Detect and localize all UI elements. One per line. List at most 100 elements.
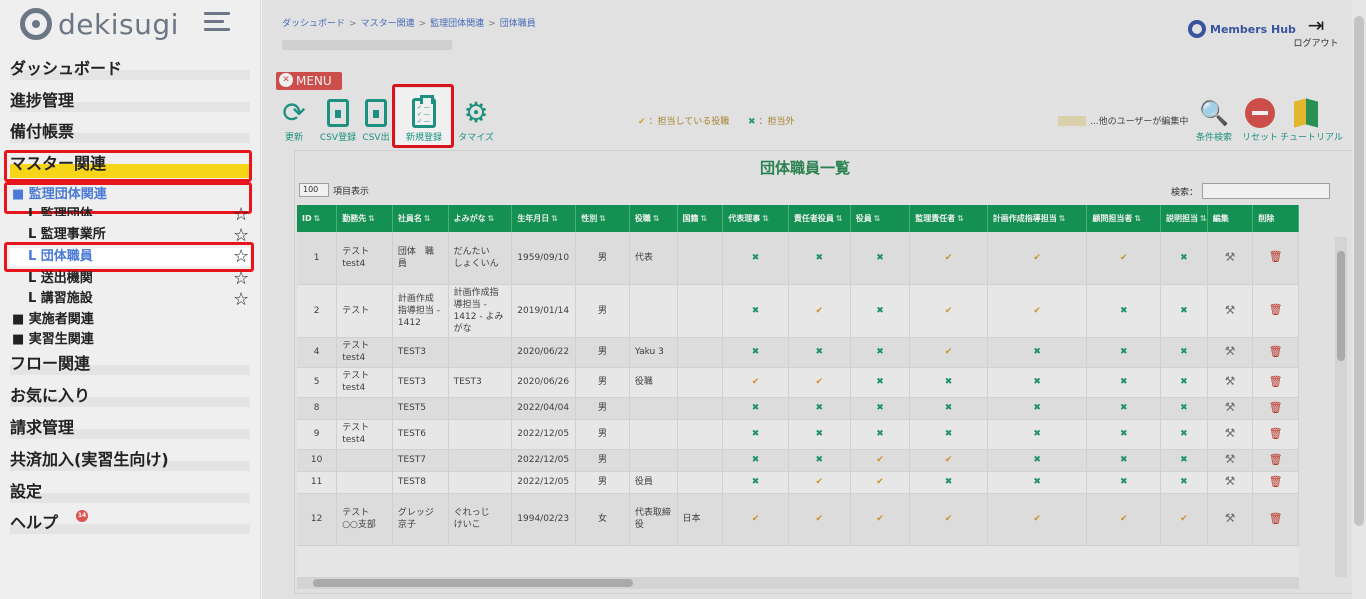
- cell-edit[interactable]: ⚒: [1207, 367, 1254, 398]
- table-row[interactable]: 4 テスト test4 TEST3 2020/06/22 男 Yaku 3 ✖ ✖ ✖ ✔ ✖ ✖ ✖ ⚒…: [297, 337, 1299, 368]
- nav-jisshisha[interactable]: ■ 実施者関連: [12, 311, 94, 329]
- trash-icon[interactable]: 🗑: [1269, 453, 1283, 466]
- nav-dashboard[interactable]: ダッシュボード: [10, 58, 250, 80]
- customize-button[interactable]: ⚙ タマイズ: [454, 96, 498, 143]
- trash-icon[interactable]: 🗑: [1269, 401, 1283, 414]
- column-header[interactable]: 国籍 ⇅: [677, 205, 724, 232]
- column-header[interactable]: 勤務先 ⇅: [336, 205, 393, 232]
- trash-icon[interactable]: 🗑: [1269, 250, 1283, 263]
- cell-edit[interactable]: ⚒: [1207, 232, 1254, 285]
- nav-progress[interactable]: 進捗管理: [10, 90, 250, 112]
- cell-edit[interactable]: ⚒: [1207, 493, 1254, 546]
- trash-icon[interactable]: 🗑: [1269, 375, 1283, 388]
- wrench-icon[interactable]: ⚒: [1225, 474, 1236, 488]
- column-header[interactable]: 説明担当 ⇅: [1160, 205, 1208, 232]
- nav-favorites[interactable]: お気に入り: [10, 385, 250, 407]
- column-header[interactable]: 役員 ⇅: [850, 205, 911, 232]
- column-header[interactable]: 顧問担当者 ⇅: [1086, 205, 1162, 232]
- table-vertical-scrollbar[interactable]: [1335, 237, 1347, 577]
- table-row[interactable]: 1 テスト test4 団体 職員 だんたい しょくいん 1959/09/10 男代表 ✖ ✖…: [297, 232, 1299, 285]
- column-header[interactable]: 役職 ⇅: [629, 205, 678, 232]
- nav-settings[interactable]: 設定: [10, 481, 250, 503]
- breadcrumb-item[interactable]: マスター関連: [361, 19, 415, 29]
- trash-icon[interactable]: 🗑: [1269, 427, 1283, 440]
- trash-icon[interactable]: 🗑: [1269, 345, 1283, 358]
- cell-delete[interactable]: 🗑: [1252, 493, 1299, 546]
- page-length-select[interactable]: 100: [299, 183, 329, 197]
- scroll-thumb[interactable]: [1354, 16, 1364, 526]
- column-header[interactable]: 監理責任者 ⇅: [909, 205, 988, 232]
- members-hub-link[interactable]: Members Hub: [1188, 20, 1296, 38]
- favorite-star-icon[interactable]: ☆: [233, 270, 251, 288]
- csv-export-button[interactable]: CSV出: [356, 96, 396, 143]
- table-horizontal-scrollbar[interactable]: [297, 577, 1299, 589]
- wrench-icon[interactable]: ⚒: [1225, 452, 1236, 466]
- cell-edit[interactable]: ⚒: [1207, 449, 1254, 472]
- logo[interactable]: dekisugi: [20, 6, 179, 42]
- trash-icon[interactable]: 🗑: [1269, 475, 1283, 488]
- search-input[interactable]: [1202, 183, 1331, 199]
- reset-button[interactable]: リセット: [1240, 96, 1280, 143]
- logout-button[interactable]: ⇥ ログアウト: [1290, 14, 1342, 49]
- cell-delete[interactable]: 🗑: [1252, 284, 1299, 338]
- scroll-thumb[interactable]: [313, 579, 633, 587]
- cell-delete[interactable]: 🗑: [1252, 449, 1299, 472]
- cell-delete[interactable]: 🗑: [1252, 337, 1299, 368]
- trash-icon[interactable]: 🗑: [1269, 512, 1283, 525]
- refresh-button[interactable]: ⟳ 更新: [272, 96, 316, 143]
- table-row[interactable]: 12 テスト ○○支部 グレッジ 京子 ぐれっじ けいこ 1994/02/23 女代表取締…: [297, 493, 1299, 546]
- wrench-icon[interactable]: ⚒: [1225, 374, 1236, 388]
- favorite-star-icon[interactable]: ☆: [233, 206, 251, 224]
- favorite-star-icon[interactable]: ☆: [233, 291, 251, 309]
- wrench-icon[interactable]: ⚒: [1225, 400, 1236, 414]
- cell-delete[interactable]: 🗑: [1252, 397, 1299, 420]
- nav-billing[interactable]: 請求管理: [10, 417, 250, 439]
- cell-edit[interactable]: ⚒: [1207, 284, 1254, 338]
- column-header[interactable]: ID ⇅: [297, 205, 338, 232]
- breadcrumb-item[interactable]: ダッシュボード: [282, 19, 345, 29]
- column-header[interactable]: 社員名 ⇅: [392, 205, 449, 232]
- nav-help[interactable]: ヘルプ 14: [10, 510, 250, 534]
- table-row[interactable]: 11 TEST8 2022/12/05 男役員 ✖ ✔ ✔ ✖ ✖ ✖ ✖ ⚒ 🗑: [297, 471, 1299, 494]
- nav-ledger[interactable]: 備付帳票: [10, 121, 250, 143]
- trash-icon[interactable]: 🗑: [1269, 303, 1283, 316]
- scroll-thumb[interactable]: [1337, 251, 1345, 361]
- cell-delete[interactable]: 🗑: [1252, 232, 1299, 285]
- column-header[interactable]: 削除: [1252, 205, 1299, 232]
- wrench-icon[interactable]: ⚒: [1225, 426, 1236, 440]
- wrench-icon[interactable]: ⚒: [1225, 303, 1236, 317]
- nav-flow[interactable]: フロー関連: [10, 353, 250, 375]
- nav-insurance[interactable]: 共済加入(実習生向け): [10, 449, 250, 471]
- nav-koushu[interactable]: L 講習施設: [28, 290, 93, 308]
- nav-kanri-dantai[interactable]: L 監理団体: [28, 206, 93, 216]
- collapse-menu-icon[interactable]: [204, 12, 234, 34]
- column-header[interactable]: 責任者役員 ⇅: [788, 205, 851, 232]
- breadcrumb-item[interactable]: 監理団体関連: [430, 19, 484, 29]
- wrench-icon[interactable]: ⚒: [1225, 511, 1236, 525]
- column-header[interactable]: 計画作成指導担当 ⇅: [987, 205, 1088, 232]
- menu-button[interactable]: MENU: [276, 72, 342, 90]
- cell-edit[interactable]: ⚒: [1207, 397, 1254, 420]
- wrench-icon[interactable]: ⚒: [1225, 344, 1236, 358]
- page-scrollbar[interactable]: [1352, 0, 1366, 599]
- column-header[interactable]: 代表理事 ⇅: [722, 205, 789, 232]
- table-row[interactable]: 5 テスト test4 TEST3 TEST3 2020/06/26 男役職 ✔ ✔ ✖ ✖ ✖ ✖ ✖…: [297, 367, 1299, 398]
- nav-jisshusei[interactable]: ■ 実習生関連: [12, 331, 94, 349]
- cell-delete[interactable]: 🗑: [1252, 419, 1299, 450]
- nav-soushutsu[interactable]: L 送出機関: [28, 270, 93, 288]
- cell-delete[interactable]: 🗑: [1252, 471, 1299, 494]
- cell-edit[interactable]: ⚒: [1207, 419, 1254, 450]
- conditional-search-button[interactable]: 🔍 条件検索: [1192, 96, 1236, 143]
- wrench-icon[interactable]: ⚒: [1225, 250, 1236, 264]
- table-row[interactable]: 9 テスト test4 TEST6 2022/12/05 男 ✖ ✖ ✖ ✖ ✖ ✖ ✖ ⚒ 🗑: [297, 419, 1299, 450]
- column-header[interactable]: よみがな ⇅: [448, 205, 513, 232]
- column-header[interactable]: 生年月日 ⇅: [511, 205, 577, 232]
- column-header[interactable]: 性別 ⇅: [575, 205, 630, 232]
- cell-delete[interactable]: 🗑: [1252, 367, 1299, 398]
- table-row[interactable]: 2 テスト 計画作成指導担当 - 1412 計画作成指導担当 - 1412 - よみが…: [297, 284, 1299, 338]
- table-row[interactable]: 8 TEST5 2022/04/04 男 ✖ ✖ ✖ ✖ ✖ ✖ ✖ ⚒ 🗑: [297, 397, 1299, 420]
- table-row[interactable]: 10 TEST7 2022/12/05 男 ✖ ✖ ✔ ✔ ✖ ✖ ✖ ⚒ 🗑: [297, 449, 1299, 472]
- cell-edit[interactable]: ⚒: [1207, 471, 1254, 494]
- tutorial-button[interactable]: チュートリアル: [1280, 96, 1343, 143]
- cell-edit[interactable]: ⚒: [1207, 337, 1254, 368]
